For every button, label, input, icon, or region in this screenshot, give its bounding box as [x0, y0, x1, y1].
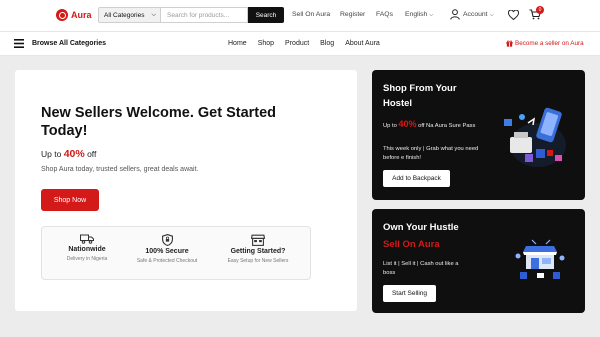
promo-card-hustle: Own Your Hustle Sell On Aura List it | S… [372, 209, 585, 313]
nav-item-product[interactable]: Product [285, 40, 309, 47]
search-input[interactable] [161, 7, 248, 23]
promo-offer-percent: 40% [398, 119, 417, 129]
hamburger-menu-icon[interactable] [14, 39, 24, 48]
feature-strip: Nationwide Delivery in Nigeria 100% Secu… [41, 226, 311, 280]
account-label: Account [463, 11, 488, 18]
promo-offer-suffix: off Na Aura Sure Pass [416, 123, 476, 129]
nav-item-about[interactable]: About Aura [345, 40, 380, 47]
main-nav: Browse All Categories Home Shop Product … [0, 31, 600, 56]
search-button[interactable]: Search [248, 7, 284, 23]
shopping-phone-illustration-icon [504, 107, 566, 167]
nav-item-home[interactable]: Home [228, 40, 247, 47]
promo-offer: Up to 40% off Na Aura Sure Pass [383, 120, 483, 131]
brand-name: Aura [71, 10, 92, 20]
brand-logo[interactable]: Aura [56, 9, 92, 21]
nav-links: Home Shop Product Blog About Aura [228, 40, 391, 47]
feature-title: Nationwide [68, 246, 106, 253]
store-icon [251, 234, 265, 246]
language-value: English [405, 11, 428, 18]
feature-nationwide: Nationwide Delivery in Nigeria [42, 234, 132, 262]
promo-red-heading: Sell On Aura [383, 239, 440, 250]
promo-title: Shop From Your Hostel [383, 83, 457, 109]
nav-item-shop[interactable]: Shop [258, 40, 274, 47]
cart-count-badge: 0 [536, 6, 544, 14]
language-select[interactable]: English ⌵ [405, 11, 433, 19]
chevron-down-icon: ⌵ [429, 12, 434, 18]
feature-secure: 100% Secure Safe & Protected Checkout [122, 234, 212, 264]
feature-title: 100% Secure [145, 248, 189, 255]
feature-getting-started: Getting Started? Easy Setup for New Sell… [213, 234, 303, 264]
feature-title: Getting Started? [230, 248, 286, 255]
promo-card-hostel: Shop From Your Hostel Up to 40% off Na A… [372, 70, 585, 200]
chevron-down-icon: ⌵ [151, 12, 156, 18]
feature-subtitle: Easy Setup for New Sellers [227, 258, 289, 264]
hero-offer-percent: 40% [63, 148, 85, 160]
feature-subtitle: Delivery in Nigeria [66, 256, 108, 262]
nav-item-blog[interactable]: Blog [320, 40, 334, 47]
account-menu[interactable]: Account ⌵ [463, 11, 494, 19]
chevron-down-icon: ⌵ [489, 12, 494, 18]
become-seller-link[interactable]: Become a seller on Aura [506, 40, 584, 47]
hero-subtitle: Shop Aura today, trusted sellers, great … [41, 166, 199, 173]
become-seller-label: Become a seller on Aura [515, 40, 584, 47]
heart-icon[interactable] [508, 10, 519, 20]
user-icon[interactable] [450, 9, 460, 20]
top-header: Aura All Categories ⌵ Search Sell On Aur… [0, 0, 600, 31]
feature-subtitle: Safe & Protected Checkout [136, 258, 198, 264]
faqs-link[interactable]: FAQs [376, 11, 393, 18]
shop-now-button[interactable]: Shop Now [41, 189, 99, 211]
add-to-backpack-button[interactable]: Add to Backpack [383, 170, 450, 187]
sell-on-aura-link[interactable]: Sell On Aura [292, 11, 330, 18]
browse-categories-button[interactable]: Browse All Categories [32, 40, 106, 47]
promo-description: List it | Sell it | Cash out like a boss [383, 261, 459, 276]
shield-icon [161, 234, 173, 246]
hero-offer: Up to 40% off [41, 148, 96, 160]
category-select-value: All Categories [104, 11, 145, 19]
category-select[interactable]: All Categories ⌵ [98, 7, 161, 23]
truck-icon [80, 234, 94, 244]
storefront-illustration-icon [515, 239, 565, 279]
hero-offer-prefix: Up to [41, 149, 64, 159]
promo-description: This week only | Grab what you need befo… [383, 146, 479, 161]
promo-offer-prefix: Up to [383, 123, 399, 129]
hero-title: New Sellers Welcome. Get Started Today! [41, 105, 277, 139]
hero-banner: New Sellers Welcome. Get Started Today! … [15, 70, 357, 311]
register-link[interactable]: Register [340, 11, 365, 18]
logo-icon [56, 9, 68, 21]
start-selling-button[interactable]: Start Selling [383, 285, 436, 302]
promo-title: Own Your Hustle [383, 222, 459, 233]
gift-icon [506, 40, 513, 47]
hero-offer-suffix: off [84, 149, 97, 159]
